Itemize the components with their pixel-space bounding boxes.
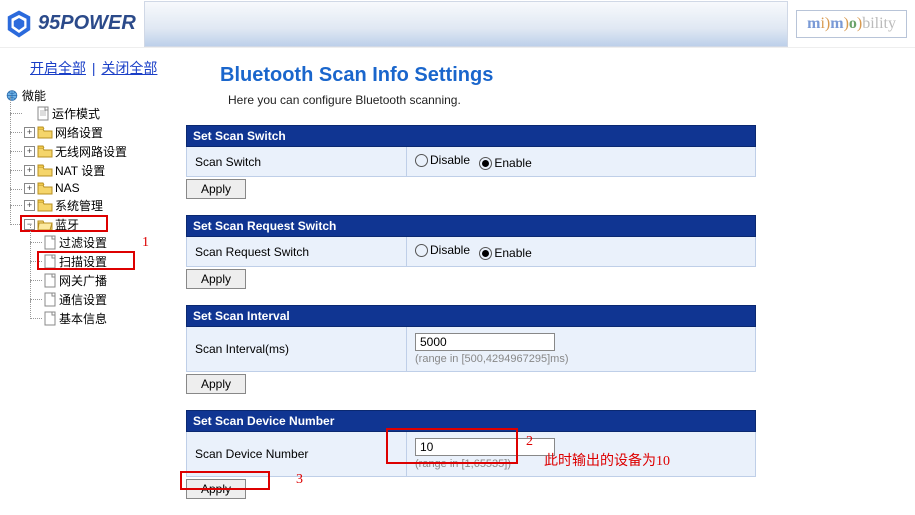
radio-selected-icon <box>479 157 492 170</box>
page-title: Bluetooth Scan Info Settings <box>220 64 915 87</box>
section-header: Set Scan Switch <box>186 125 756 147</box>
tree-bt-filter[interactable]: 过滤设置 <box>44 234 186 251</box>
plus-icon[interactable]: + <box>24 127 35 138</box>
apply-button[interactable]: Apply <box>186 479 246 499</box>
open-all-link[interactable]: 开启全部 <box>30 60 86 76</box>
tree-root[interactable]: 微能 <box>4 87 186 104</box>
folder-open-icon <box>37 218 53 231</box>
tree-bt-gw[interactable]: 网关广播 <box>44 272 186 289</box>
radio-selected-icon <box>479 247 492 260</box>
apply-button[interactable]: Apply <box>186 269 246 289</box>
page-icon <box>44 292 57 307</box>
folder-icon <box>37 199 53 212</box>
tree-controls: 开启全部 | 关闭全部 <box>4 54 186 86</box>
page-icon <box>37 106 50 121</box>
plus-icon[interactable]: + <box>24 200 35 211</box>
scan-interval-input[interactable] <box>415 333 555 351</box>
scan-devnum-input[interactable] <box>415 438 555 456</box>
tree-net[interactable]: + 网络设置 <box>24 124 186 141</box>
radio-disable[interactable]: Disable <box>415 153 470 167</box>
section-scan-devnum: Set Scan Device Number Scan Device Numbe… <box>186 410 756 499</box>
page-icon <box>44 273 57 288</box>
globe-icon <box>4 89 20 102</box>
section-header: Set Scan Device Number <box>186 410 756 432</box>
radio-disable[interactable]: Disable <box>415 243 470 257</box>
field-value: (range in [1,65535]) <box>407 432 756 477</box>
folder-icon <box>37 126 53 139</box>
field-value: Disable Enable <box>407 147 756 177</box>
tree-sys[interactable]: + 系统管理 <box>24 197 186 214</box>
field-hint: (range in [500,4294967295]ms) <box>415 353 569 365</box>
apply-button[interactable]: Apply <box>186 374 246 394</box>
field-label: Scan Request Switch <box>187 237 407 267</box>
header: 95POWER mi)m)o)bility <box>0 0 915 48</box>
brand: 95POWER <box>4 9 136 39</box>
tree-bt-comm[interactable]: 通信设置 <box>44 291 186 308</box>
section-scan-req: Set Scan Request Switch Scan Request Swi… <box>186 215 756 289</box>
sidebar: 开启全部 | 关闭全部 微能 运作模式 + <box>0 48 186 515</box>
tree-bluetooth[interactable]: − 蓝牙 <box>24 216 186 233</box>
tree-bt-basic[interactable]: 基本信息 <box>44 310 186 327</box>
brand-icon <box>4 9 34 39</box>
section-scan-switch: Set Scan Switch Scan Switch Disable Enab… <box>186 125 756 199</box>
section-scan-interval: Set Scan Interval Scan Interval(ms) (ran… <box>186 305 756 394</box>
header-banner <box>144 1 788 47</box>
tree-nat[interactable]: + NAT 设置 <box>24 162 186 179</box>
folder-icon <box>37 145 53 158</box>
tree-wlan[interactable]: + 无线网路设置 <box>24 143 186 160</box>
folder-icon <box>37 164 53 177</box>
close-all-link[interactable]: 关闭全部 <box>101 60 157 76</box>
page-icon <box>44 235 57 250</box>
page-icon <box>44 254 57 269</box>
field-value: (range in [500,4294967295]ms) <box>407 327 756 372</box>
field-label: Scan Interval(ms) <box>187 327 407 372</box>
radio-icon <box>415 244 428 257</box>
mimo-badge: mi)m)o)bility <box>796 10 907 38</box>
section-header: Set Scan Interval <box>186 305 756 327</box>
tree-nas[interactable]: + NAS <box>24 181 186 195</box>
field-value: Disable Enable <box>407 237 756 267</box>
page-subtitle: Here you can configure Bluetooth scannin… <box>228 93 915 107</box>
field-hint: (range in [1,65535]) <box>415 458 511 470</box>
apply-button[interactable]: Apply <box>186 179 246 199</box>
plus-icon[interactable]: + <box>24 165 35 176</box>
radio-icon <box>415 154 428 167</box>
tree-mode[interactable]: 运作模式 <box>24 105 186 122</box>
radio-enable[interactable]: Enable <box>479 246 531 260</box>
field-label: Scan Switch <box>187 147 407 177</box>
brand-name: 95POWER <box>38 12 136 35</box>
section-header: Set Scan Request Switch <box>186 215 756 237</box>
page-icon <box>44 311 57 326</box>
field-label: Scan Device Number <box>187 432 407 477</box>
folder-icon <box>37 182 53 195</box>
tree-bt-scan[interactable]: 扫描设置 <box>44 253 186 270</box>
content: Bluetooth Scan Info Settings Here you ca… <box>186 48 915 515</box>
plus-icon[interactable]: + <box>24 146 35 157</box>
radio-enable[interactable]: Enable <box>479 156 531 170</box>
plus-icon[interactable]: + <box>24 183 35 194</box>
